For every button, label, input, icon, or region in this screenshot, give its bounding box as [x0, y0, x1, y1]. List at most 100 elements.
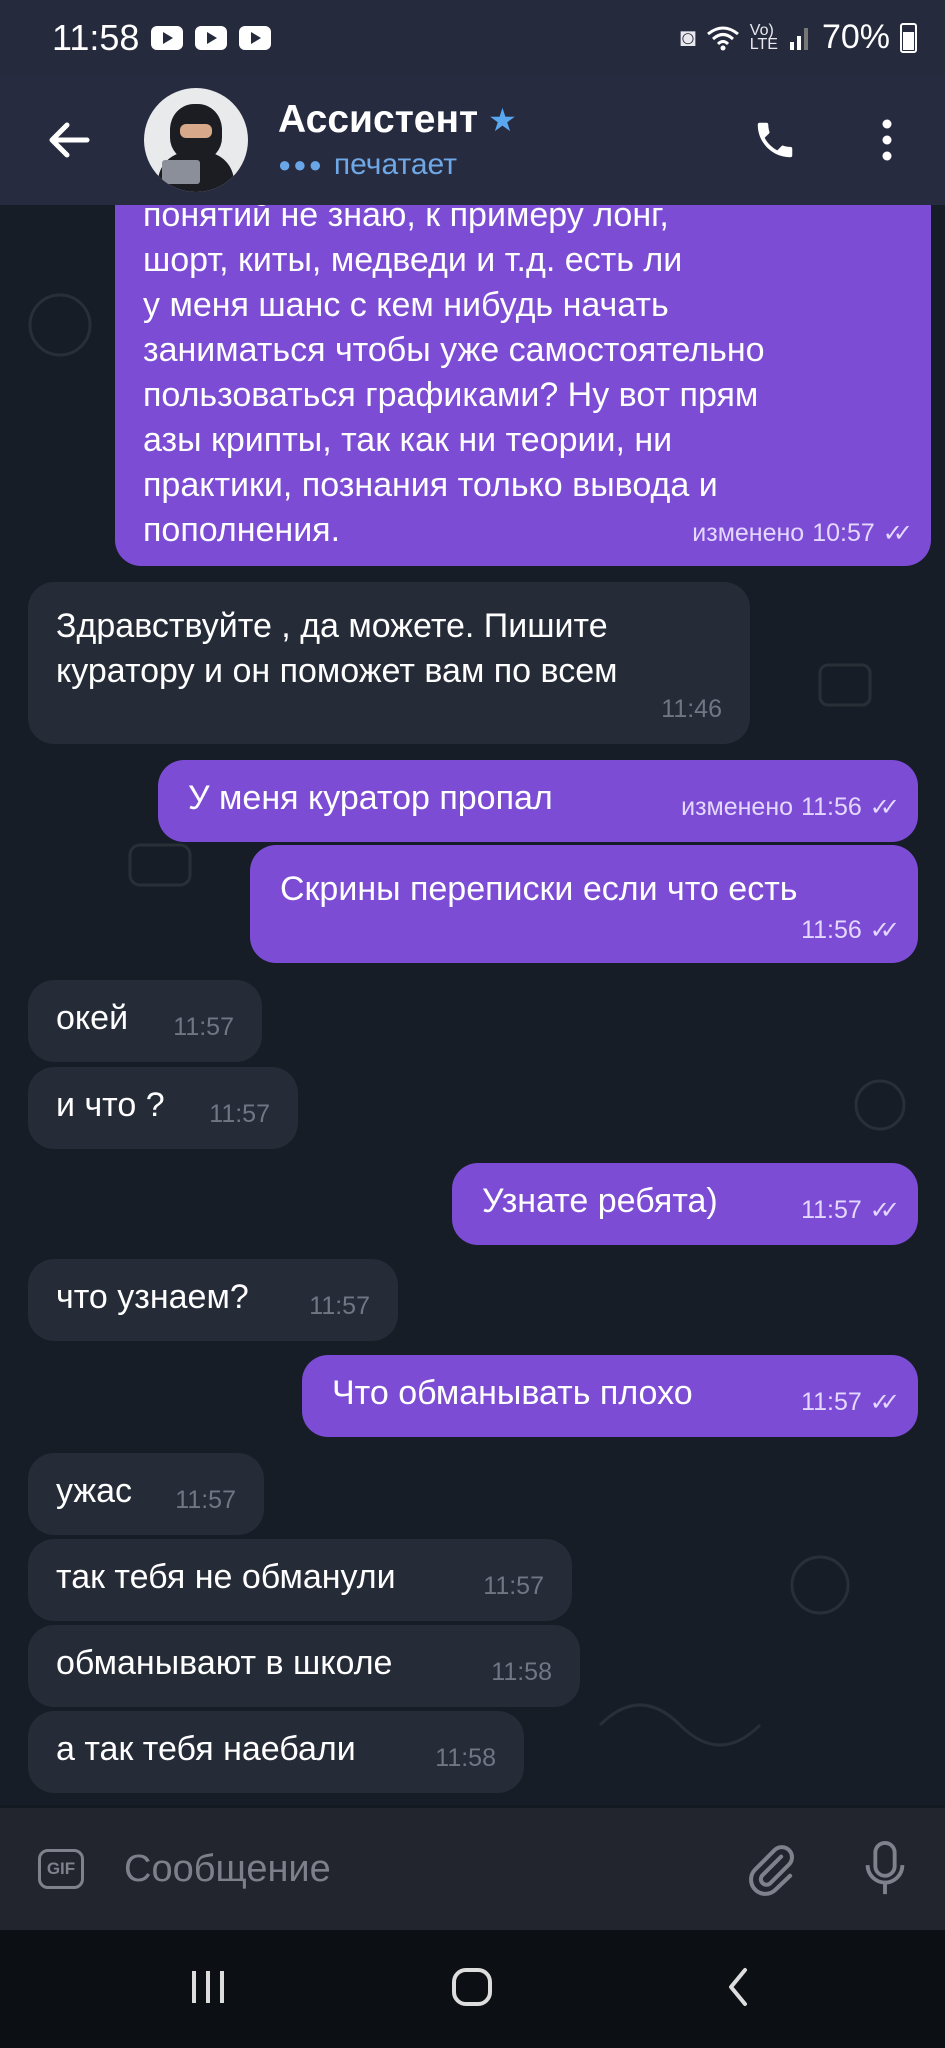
message-text: а так тебя наебали	[56, 1730, 356, 1768]
voice-record-button[interactable]	[852, 1836, 918, 1902]
message-input[interactable]	[124, 1839, 724, 1899]
message-meta: 11:58	[435, 1736, 496, 1781]
message-text: Что обманывать плохо	[332, 1374, 693, 1412]
message-time: 10:57	[812, 519, 875, 547]
back-nav-icon	[729, 1968, 747, 2006]
message-bubble-incoming[interactable]: окей 11:57	[28, 980, 262, 1062]
system-navigation-bar	[0, 1930, 945, 2048]
message-time: 11:58	[435, 1744, 496, 1772]
message-meta: 11:57	[309, 1284, 370, 1329]
back-arrow-icon	[49, 122, 90, 158]
battery-saver-icon: ◙	[680, 22, 696, 52]
call-button[interactable]	[740, 105, 810, 175]
message-bubble-outgoing[interactable]: Что обманывать плохо 11:57 ✓✓	[302, 1355, 918, 1437]
status-left: 11:58	[52, 17, 272, 59]
message-line: понятий не знаю, к примеру лонг,	[143, 205, 669, 234]
double-check-icon: ✓✓	[869, 1389, 900, 1416]
microphone-icon	[865, 1840, 905, 1895]
edited-label: изменено	[692, 519, 805, 547]
status-bar: 11:58 ◙ Vo) LTE 70%	[0, 0, 945, 75]
message-meta: 11:57 ✓✓	[801, 1380, 900, 1425]
message-line: Здравствуйте , да можете. Пишите	[56, 607, 608, 645]
home-button[interactable]	[432, 1952, 512, 2022]
message-bubble-incoming[interactable]: Здравствуйте , да можете. Пишите куратор…	[28, 582, 750, 744]
message-time: 11:57	[483, 1572, 544, 1600]
message-meta: 11:57	[483, 1564, 544, 1609]
message-bubble-incoming[interactable]: обманывают в школе 11:58	[28, 1625, 580, 1707]
message-meta: 11:57	[175, 1478, 236, 1523]
message-line: у меня шанс с кем нибудь начать	[143, 286, 669, 324]
message-meta: 11:57 ✓✓	[801, 1188, 900, 1233]
message-meta: изменено 11:56 ✓✓	[681, 785, 900, 830]
chat-title: Ассистент	[278, 98, 479, 141]
recent-apps-button[interactable]	[168, 1952, 248, 2022]
message-time: 11:57	[173, 1013, 234, 1041]
message-text: Скрины переписки если что есть	[280, 870, 798, 908]
message-bubble-incoming[interactable]: так тебя не обманули 11:57	[28, 1539, 572, 1621]
back-nav-button[interactable]	[698, 1952, 778, 2022]
message-time: 11:57	[801, 1388, 862, 1416]
message-text: окей	[56, 999, 129, 1037]
gif-button[interactable]: GIF	[38, 1849, 84, 1889]
youtube-icon	[151, 25, 184, 50]
message-bubble-outgoing[interactable]: понятий не знаю, к примеру лонг, шорт, к…	[115, 205, 931, 566]
message-meta: 11:46	[661, 687, 722, 732]
more-options-button[interactable]	[862, 105, 912, 175]
back-button[interactable]	[34, 105, 104, 175]
chat-header: Ассистент ★ ●●● печатает	[0, 75, 945, 205]
message-bubble-outgoing[interactable]: Скрины переписки если что есть 11:56 ✓✓	[250, 845, 918, 963]
home-icon	[452, 1968, 492, 2006]
message-text: ужас	[56, 1472, 133, 1510]
paperclip-icon	[749, 1845, 794, 1896]
phone-icon	[757, 122, 793, 158]
battery-percent: 70%	[821, 18, 890, 56]
youtube-icon	[239, 25, 272, 50]
message-time: 11:56	[801, 793, 862, 821]
message-bubble-incoming[interactable]: что узнаем? 11:57	[28, 1259, 398, 1341]
star-icon: ★	[488, 102, 517, 138]
message-line: куратору и он поможет вам по всем	[56, 652, 618, 690]
signal-icon	[789, 27, 808, 50]
message-line: азы крипты, так как ни теории, ни	[143, 421, 673, 459]
double-check-icon: ✓✓	[869, 917, 900, 944]
chat-area[interactable]: понятий не знаю, к примеру лонг, шорт, к…	[0, 205, 945, 1805]
message-line: заниматься чтобы уже самостоятельно	[143, 331, 765, 369]
message-input-bar: GIF	[0, 1808, 945, 1930]
double-check-icon: ✓✓	[869, 794, 900, 821]
message-text: обманывают в школе	[56, 1644, 393, 1682]
message-time: 11:57	[801, 1196, 862, 1224]
message-time: 11:57	[309, 1292, 370, 1320]
message-line: пользоваться графиками? Ну вот прям	[143, 376, 759, 414]
message-bubble-incoming[interactable]: ужас 11:57	[28, 1453, 264, 1535]
message-bubble-incoming[interactable]: и что ? 11:57	[28, 1067, 298, 1149]
more-vertical-icon	[882, 119, 892, 161]
message-bubble-incoming[interactable]: а так тебя наебали 11:58	[28, 1711, 524, 1793]
avatar[interactable]	[144, 88, 248, 192]
message-meta: 11:57	[173, 1005, 234, 1050]
message-meta: 11:57	[209, 1092, 270, 1137]
message-text: Узнате ребята)	[482, 1182, 718, 1220]
wifi-icon	[706, 26, 739, 50]
double-check-icon: ✓✓	[869, 1197, 900, 1224]
attach-button[interactable]	[738, 1836, 804, 1902]
message-meta: изменено 10:57 ✓✓	[692, 511, 913, 556]
message-bubble-outgoing[interactable]: У меня куратор пропал изменено 11:56 ✓✓	[158, 760, 918, 842]
message-text: У меня куратор пропал	[188, 779, 553, 817]
volte-icon: Vo) LTE	[749, 21, 778, 53]
double-check-icon: ✓✓	[882, 520, 913, 547]
message-time: 11:57	[209, 1100, 270, 1128]
recent-apps-icon	[192, 1971, 224, 2003]
typing-dots-icon: ●●●	[278, 152, 324, 177]
message-line: практики, познания только вывода и	[143, 466, 718, 504]
message-time: 11:56	[801, 916, 862, 944]
message-meta: 11:56 ✓✓	[801, 908, 900, 953]
message-meta: 11:58	[491, 1650, 552, 1695]
message-bubble-outgoing[interactable]: Узнате ребята) 11:57 ✓✓	[452, 1163, 918, 1245]
gif-icon: GIF	[46, 1859, 76, 1878]
edited-label: изменено	[681, 793, 794, 821]
message-time: 11:57	[175, 1486, 236, 1514]
status-right: ◙ Vo) LTE 70%	[680, 18, 917, 57]
youtube-icon	[195, 25, 228, 50]
title-block[interactable]: Ассистент ★ ●●● печатает	[278, 98, 517, 182]
message-line: шорт, киты, медведи и т.д. есть ли	[143, 241, 683, 279]
